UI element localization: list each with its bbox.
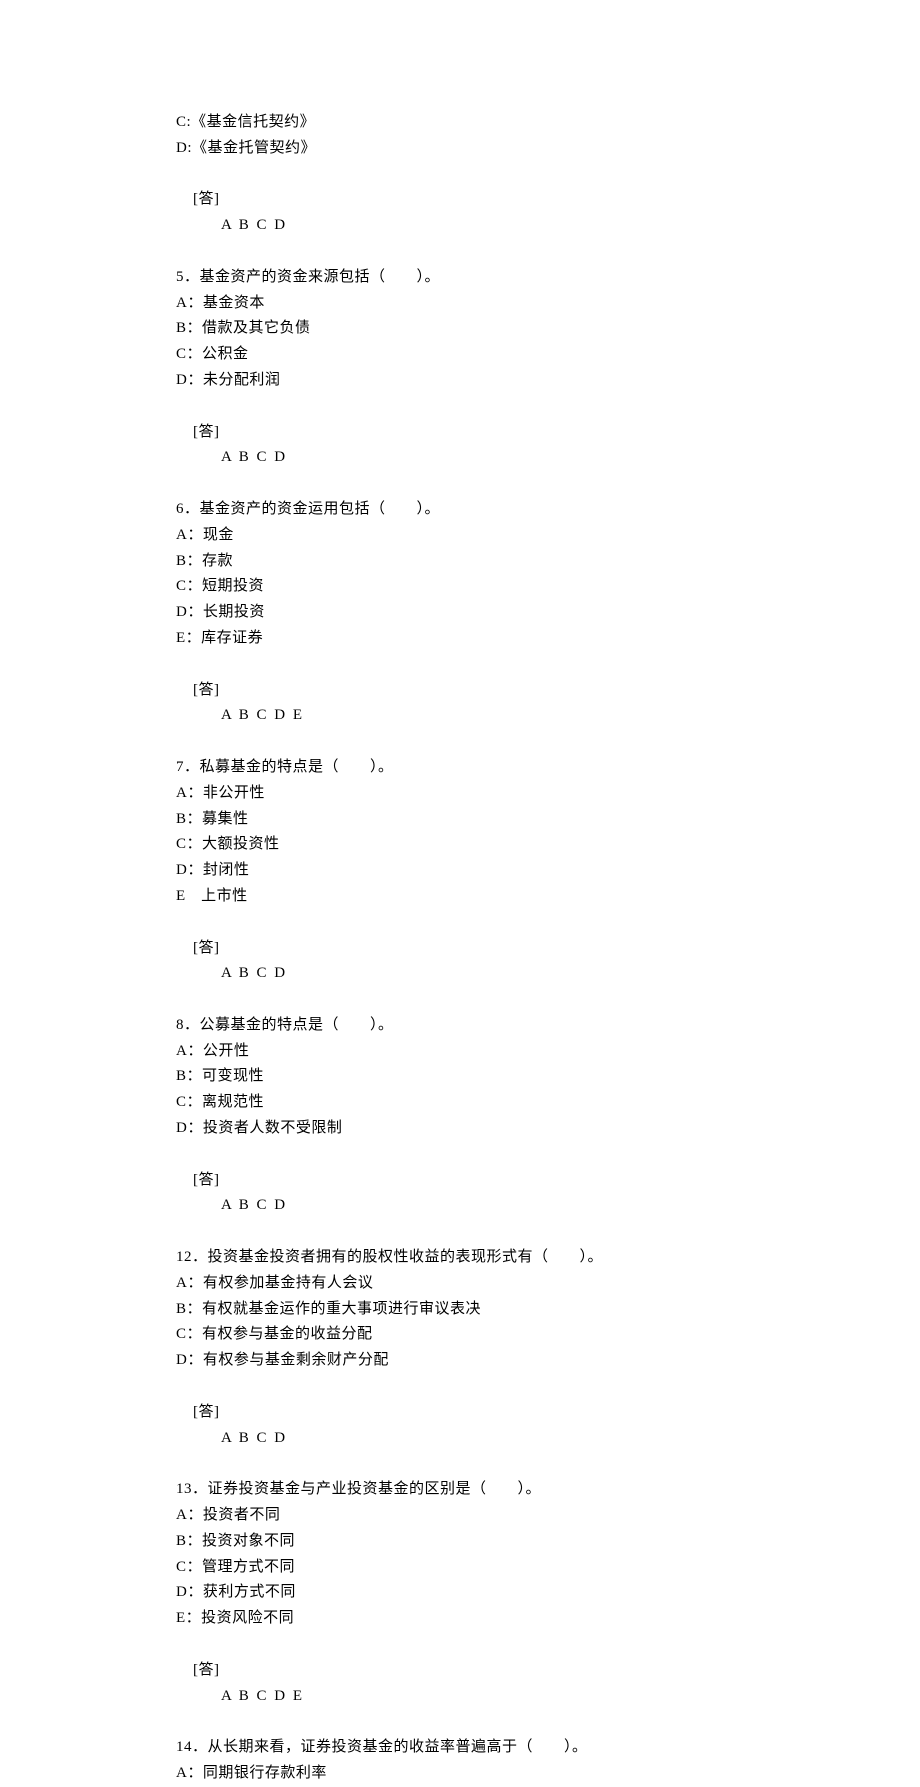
answer-line: [答] A B C D [176, 1374, 746, 1477]
option-b: B：借款及其它负债 [176, 316, 746, 342]
answer-label: [答] [193, 936, 220, 962]
option-c: C:《基金信托契约》 [176, 110, 746, 136]
answer-value: A B C D E [221, 703, 304, 729]
answer-value: A B C D [221, 213, 287, 239]
answer-line: [答] A B C D E [176, 1632, 746, 1735]
option-d: D：获利方式不同 [176, 1580, 746, 1606]
option-b: B：存款 [176, 549, 746, 575]
option-e: E 上市性 [176, 884, 746, 910]
question-stem: 5．基金资产的资金来源包括（ ）。 [176, 265, 746, 291]
option-b: B：募集性 [176, 807, 746, 833]
question-stem: 13．证券投资基金与产业投资基金的区别是（ ）。 [176, 1477, 746, 1503]
option-c: C：公积金 [176, 342, 746, 368]
answer-line: [答] A B C D E [176, 652, 746, 755]
option-a: A：基金资本 [176, 291, 746, 317]
question-stem: 14．从长期来看，证券投资基金的收益率普遍高于（ ）。 [176, 1735, 746, 1761]
option-c: C：管理方式不同 [176, 1555, 746, 1581]
answer-line: [答] A B C D [176, 162, 746, 265]
answer-line: [答] A B C D [176, 1142, 746, 1245]
option-e: E：投资风险不同 [176, 1606, 746, 1632]
option-d: D：投资者人数不受限制 [176, 1116, 746, 1142]
answer-line: [答] A B C D [176, 394, 746, 497]
option-e: E：库存证券 [176, 626, 746, 652]
option-c: C：短期投资 [176, 574, 746, 600]
option-a: A：公开性 [176, 1039, 746, 1065]
option-b: B：投资对象不同 [176, 1529, 746, 1555]
answer-label: [答] [193, 678, 220, 704]
option-c: C：大额投资性 [176, 832, 746, 858]
option-d: D：有权参与基金剩余财产分配 [176, 1348, 746, 1374]
answer-value: A B C D [221, 1193, 287, 1219]
option-d: D:《基金托管契约》 [176, 136, 746, 162]
question-stem: 7．私募基金的特点是（ ）。 [176, 755, 746, 781]
option-c: C：有权参与基金的收益分配 [176, 1322, 746, 1348]
option-c: C：离规范性 [176, 1090, 746, 1116]
question-stem: 6．基金资产的资金运用包括（ ）。 [176, 497, 746, 523]
option-a: A：投资者不同 [176, 1503, 746, 1529]
option-a: A：非公开性 [176, 781, 746, 807]
answer-label: [答] [193, 1658, 220, 1684]
answer-label: [答] [193, 1168, 220, 1194]
answer-value: A B C D [221, 445, 287, 471]
answer-label: [答] [193, 187, 220, 213]
option-a: A：有权参加基金持有人会议 [176, 1271, 746, 1297]
option-d: D：未分配利润 [176, 368, 746, 394]
answer-value: A B C D [221, 961, 287, 987]
document-body: C:《基金信托契约》 D:《基金托管契约》 [答] A B C D 5．基金资产… [176, 110, 746, 1787]
answer-value: A B C D E [221, 1684, 304, 1710]
question-stem: 12．投资基金投资者拥有的股权性收益的表现形式有（ ）。 [176, 1245, 746, 1271]
option-b: B：可变现性 [176, 1064, 746, 1090]
answer-line: [答] A B C D [176, 910, 746, 1013]
question-stem: 8．公募基金的特点是（ ）。 [176, 1013, 746, 1039]
answer-value: A B C D [221, 1426, 287, 1452]
answer-label: [答] [193, 420, 220, 446]
option-d: D：长期投资 [176, 600, 746, 626]
answer-label: [答] [193, 1400, 220, 1426]
option-d: D：封闭性 [176, 858, 746, 884]
option-a: A：同期银行存款利率 [176, 1761, 746, 1787]
option-a: A：现金 [176, 523, 746, 549]
option-b: B：有权就基金运作的重大事项进行审议表决 [176, 1297, 746, 1323]
